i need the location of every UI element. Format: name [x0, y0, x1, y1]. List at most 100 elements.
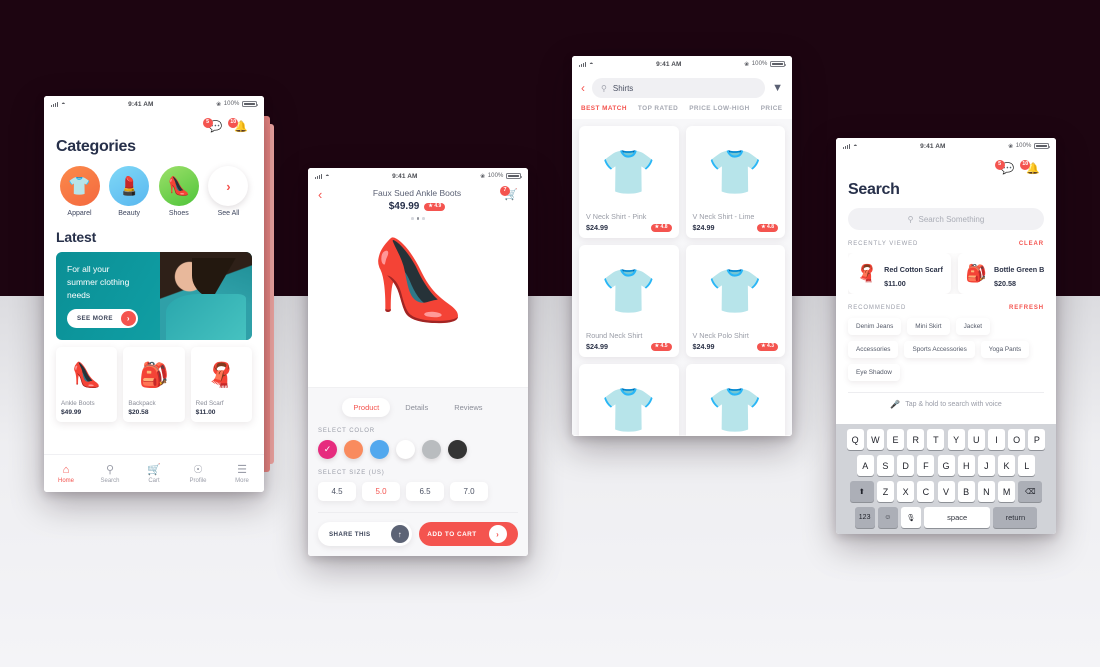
- key-f[interactable]: F: [917, 455, 935, 476]
- size-option[interactable]: 7.0: [450, 482, 488, 501]
- numeric-key[interactable]: 123: [854, 507, 875, 528]
- result-card[interactable]: 👕 Round Neck Shirt $24.99 ★ 4.5: [579, 245, 679, 357]
- key-s[interactable]: S: [876, 455, 894, 476]
- tab-search[interactable]: ⚲ Search: [88, 464, 132, 484]
- clear-button[interactable]: CLEAR: [1019, 241, 1044, 247]
- key-y[interactable]: Y: [947, 429, 965, 450]
- key-v[interactable]: V: [937, 481, 955, 502]
- sort-price[interactable]: PRICE: [761, 105, 783, 112]
- chip-jacket[interactable]: Jacket: [955, 318, 991, 335]
- filter-icon[interactable]: ▼: [772, 82, 783, 94]
- chip-sports-accessories[interactable]: Sports Accessories: [904, 341, 975, 358]
- color-swatch-blue[interactable]: [370, 440, 389, 459]
- key-h[interactable]: H: [957, 455, 975, 476]
- return-key[interactable]: return: [993, 507, 1038, 528]
- category-apparel[interactable]: 👕 Apparel: [56, 166, 103, 217]
- result-card[interactable]: 👕 V Neck Shirt - Lime $24.99 ★ 4.8: [685, 126, 785, 238]
- color-swatch-orange[interactable]: [344, 440, 363, 459]
- key-p[interactable]: P: [1028, 429, 1046, 450]
- backspace-key[interactable]: ⌫: [1018, 481, 1043, 502]
- product-card[interactable]: 👠 Ankle Boots $49.99: [56, 347, 118, 422]
- see-more-button[interactable]: SEE MORE ›: [67, 309, 138, 328]
- notifications-bell[interactable]: 🔔 10: [228, 117, 248, 135]
- tab-reviews[interactable]: Reviews: [443, 398, 493, 417]
- promo-banner[interactable]: For all your summer clothing needs SEE M…: [56, 252, 252, 340]
- size-option-selected[interactable]: 5.0: [362, 482, 400, 501]
- key-u[interactable]: U: [967, 429, 985, 450]
- chip-denim-jeans[interactable]: Denim Jeans: [848, 318, 902, 335]
- key-t[interactable]: T: [927, 429, 945, 450]
- product-card[interactable]: 🎒 Backpack $20.58: [123, 347, 185, 422]
- share-button[interactable]: SHARE THIS ↑: [318, 522, 412, 546]
- key-c[interactable]: C: [917, 481, 935, 502]
- color-swatch-white[interactable]: [396, 440, 415, 459]
- image-pagination-dots[interactable]: [308, 217, 528, 220]
- chip-mini-skirt[interactable]: Mini Skirt: [907, 318, 950, 335]
- result-card-partial[interactable]: 👕: [579, 364, 679, 436]
- tab-label: More: [235, 477, 249, 484]
- back-button[interactable]: ‹: [318, 188, 332, 202]
- cart-button[interactable]: 🛒 7: [500, 186, 518, 201]
- tab-details[interactable]: Details: [394, 398, 439, 417]
- status-right: ❀ 100%: [744, 60, 787, 68]
- key-e[interactable]: E: [887, 429, 905, 450]
- key-g[interactable]: G: [937, 455, 955, 476]
- backpack-icon: 🎒: [139, 361, 169, 389]
- category-beauty[interactable]: 💄 Beauty: [106, 166, 153, 217]
- color-swatch-pink[interactable]: ✓: [318, 440, 337, 459]
- key-o[interactable]: O: [1008, 429, 1026, 450]
- key-b[interactable]: B: [957, 481, 975, 502]
- messages-bell[interactable]: 💬 5: [994, 159, 1014, 177]
- chip-yoga-pants[interactable]: Yoga Pants: [980, 341, 1030, 358]
- chip-accessories[interactable]: Accessories: [848, 341, 899, 358]
- tab-home[interactable]: ⌂ Home: [44, 464, 88, 484]
- result-card-partial[interactable]: 👕: [685, 364, 785, 436]
- key-n[interactable]: N: [977, 481, 995, 502]
- key-x[interactable]: X: [897, 481, 915, 502]
- tab-product[interactable]: Product: [342, 398, 391, 417]
- notifications-bell[interactable]: 🔔 10: [1020, 159, 1040, 177]
- sort-price-low-high[interactable]: PRICE LOW-HIGH: [689, 105, 750, 112]
- chip-eye-shadow[interactable]: Eye Shadow: [848, 364, 900, 381]
- search-input[interactable]: ⚲ Shirts: [592, 78, 766, 98]
- size-option[interactable]: 4.5: [318, 482, 356, 501]
- tab-profile[interactable]: ☉ Profile: [176, 464, 220, 484]
- add-to-cart-button[interactable]: ADD TO CART ›: [419, 522, 518, 546]
- key-w[interactable]: W: [866, 429, 884, 450]
- tab-more[interactable]: ☰ More: [220, 464, 264, 484]
- color-swatch-gray[interactable]: [422, 440, 441, 459]
- key-r[interactable]: R: [907, 429, 925, 450]
- emoji-key[interactable]: ☺: [877, 507, 898, 528]
- key-z[interactable]: Z: [876, 481, 894, 502]
- status-bar-search: ◓ 9:41 AM ❀ 100%: [836, 138, 1056, 154]
- shift-key[interactable]: ⬆: [849, 481, 874, 502]
- refresh-button[interactable]: REFRESH: [1009, 305, 1044, 311]
- size-option[interactable]: 6.5: [406, 482, 444, 501]
- messages-bell[interactable]: 💬 5: [202, 117, 222, 135]
- result-card[interactable]: 👕 V Neck Shirt - Pink $24.99 ★ 4.8: [579, 126, 679, 238]
- recent-item[interactable]: 🧣 Red Cotton Scarf $11.00: [848, 253, 951, 294]
- color-swatch-black[interactable]: [448, 440, 467, 459]
- key-q[interactable]: Q: [846, 429, 864, 450]
- sort-best-match[interactable]: BEST MATCH: [581, 105, 627, 112]
- key-j[interactable]: J: [977, 455, 995, 476]
- product-card[interactable]: 🧣 Red Scarf $11.00: [190, 347, 252, 422]
- key-i[interactable]: I: [987, 429, 1005, 450]
- recent-item[interactable]: 🎒 Bottle Green Ba $20.58: [957, 253, 1044, 294]
- key-d[interactable]: D: [897, 455, 915, 476]
- result-card[interactable]: 👕 V Neck Polo Shirt $24.99 ★ 4.3: [685, 245, 785, 357]
- tab-cart[interactable]: 🛒 Cart: [132, 464, 176, 484]
- space-key[interactable]: space: [924, 507, 991, 528]
- key-m[interactable]: M: [998, 481, 1016, 502]
- key-k[interactable]: K: [998, 455, 1016, 476]
- category-see-all[interactable]: › See All: [205, 166, 252, 217]
- key-l[interactable]: L: [1018, 455, 1036, 476]
- microphone-key[interactable]: 🎙: [901, 507, 921, 528]
- sort-top-rated[interactable]: TOP RATED: [638, 105, 678, 112]
- recent-item-price: $20.58: [994, 279, 1017, 288]
- key-a[interactable]: A: [856, 455, 874, 476]
- back-button[interactable]: ‹: [581, 82, 585, 94]
- voice-search-button[interactable]: 🎤 Tap & hold to search with voice: [848, 392, 1044, 415]
- search-input[interactable]: ⚲ Search Something: [848, 208, 1044, 230]
- category-shoes[interactable]: 👠 Shoes: [155, 166, 202, 217]
